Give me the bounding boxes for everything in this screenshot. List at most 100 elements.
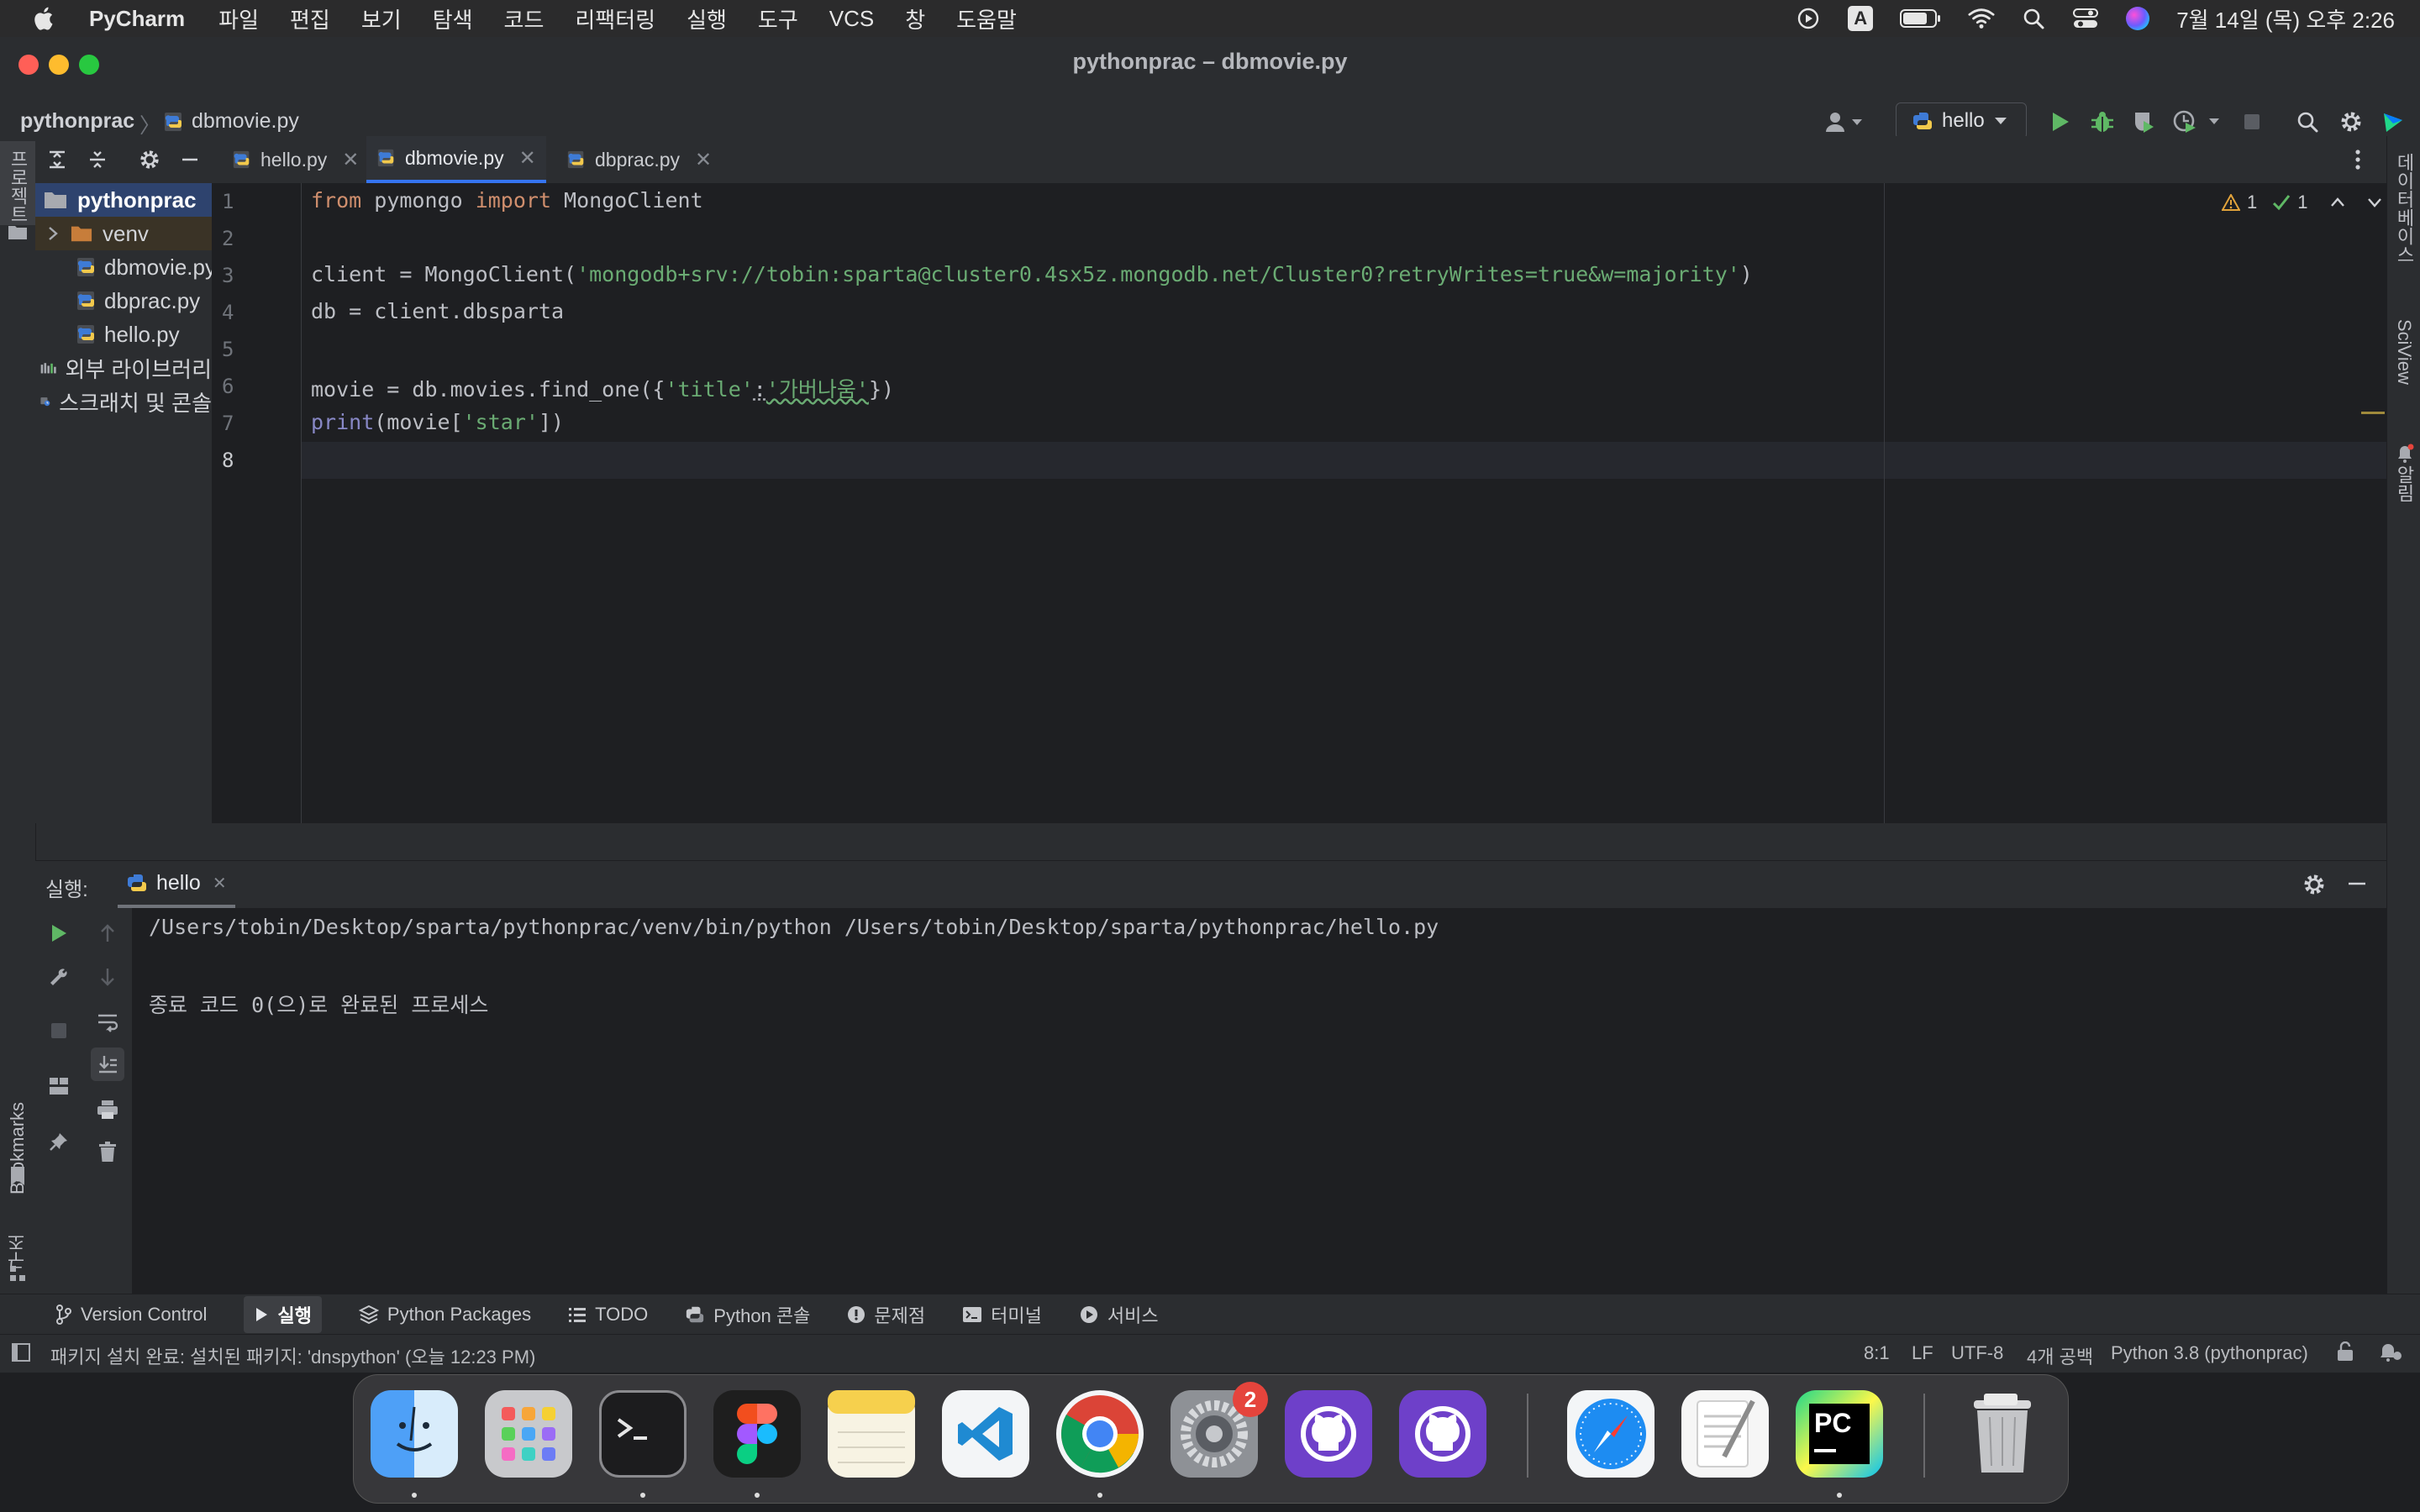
file-encoding[interactable]: UTF-8 xyxy=(1951,1342,2003,1364)
collapse-all-icon[interactable] xyxy=(81,149,114,171)
menu-refactor[interactable]: 리팩터링 xyxy=(575,3,655,34)
caret-position[interactable]: 8:1 xyxy=(1864,1342,1890,1364)
pycharm-icon[interactable]: PC xyxy=(1796,1390,1883,1478)
menu-tools[interactable]: 도구 xyxy=(758,3,798,34)
settings-gear-icon[interactable] xyxy=(2334,104,2368,139)
database-tool-button[interactable]: 데이터베이스 xyxy=(2387,153,2420,287)
toggle-tool-windows-icon[interactable] xyxy=(12,1343,30,1367)
input-source-icon[interactable]: A xyxy=(1847,5,1874,32)
stop-icon[interactable] xyxy=(42,1014,76,1047)
chrome-icon[interactable] xyxy=(1056,1390,1144,1478)
menu-run[interactable]: 실행 xyxy=(687,3,727,34)
system-settings-icon[interactable]: 2 xyxy=(1171,1382,1268,1478)
restore-layout-icon[interactable] xyxy=(42,1069,76,1103)
code-editor[interactable]: 1 2 3 4 5 6 7 8 from pymongo import Mong… xyxy=(212,183,2386,823)
wifi-icon[interactable] xyxy=(1968,5,1995,32)
menu-window[interactable]: 창 xyxy=(905,3,925,34)
launchpad-icon[interactable] xyxy=(485,1390,572,1478)
menu-navigate[interactable]: 탐색 xyxy=(433,3,473,34)
tree-item-hello[interactable]: hello.py xyxy=(76,318,180,351)
scroll-down-icon[interactable] xyxy=(91,960,124,994)
run-tab-hello[interactable]: hello ✕ xyxy=(118,861,235,908)
spotlight-search-icon[interactable] xyxy=(2020,5,2047,32)
menu-bar-clock[interactable]: 7월 14일 (목) 오후 2:26 xyxy=(2176,3,2395,34)
screen-recording-icon[interactable] xyxy=(1795,5,1822,32)
warning-stripe-marker[interactable] xyxy=(2361,412,2385,414)
tab-terminal[interactable]: 터미널 xyxy=(962,1301,1042,1328)
tab-hello-py[interactable]: hello.py ✕ xyxy=(232,136,359,183)
github-desktop-icon[interactable] xyxy=(1399,1390,1486,1478)
close-run-tab-icon[interactable]: ✕ xyxy=(213,873,227,894)
tree-item-project-root[interactable]: pythonprac xyxy=(35,183,212,217)
tree-item-dbmovie[interactable]: dbmovie.py xyxy=(76,250,216,284)
tab-run[interactable]: 실행 xyxy=(244,1296,322,1333)
textedit-icon[interactable] xyxy=(1681,1390,1769,1478)
tab-services[interactable]: 서비스 xyxy=(1079,1301,1159,1328)
run-console-output[interactable]: /Users/tobin/Desktop/sparta/pythonprac/v… xyxy=(132,908,2386,1294)
menu-view[interactable]: 보기 xyxy=(361,3,402,34)
safari-icon[interactable] xyxy=(1567,1390,1655,1478)
close-tab-icon[interactable]: ✕ xyxy=(695,148,712,172)
scroll-up-icon[interactable] xyxy=(91,916,124,950)
finder-icon[interactable] xyxy=(371,1390,458,1478)
menu-file[interactable]: 파일 xyxy=(218,3,259,34)
menu-code[interactable]: 코드 xyxy=(504,3,544,34)
rerun-icon[interactable] xyxy=(42,916,76,950)
vcs-user-icon[interactable] xyxy=(1820,104,1867,139)
chevron-down-icon[interactable] xyxy=(2367,197,2382,208)
line-separator[interactable]: LF xyxy=(1912,1342,1933,1364)
siri-icon[interactable] xyxy=(2124,5,2151,32)
notes-icon[interactable] xyxy=(828,1390,915,1478)
close-tab-icon[interactable]: ✕ xyxy=(342,148,359,172)
debug-button[interactable] xyxy=(2086,104,2119,139)
tab-python-packages[interactable]: Python Packages xyxy=(358,1304,531,1326)
tree-item-external-libraries[interactable]: 외부 라이브러리 xyxy=(40,351,212,385)
tree-item-dbprac[interactable]: dbprac.py xyxy=(76,284,200,318)
menu-edit[interactable]: 편집 xyxy=(290,3,330,34)
trash-icon[interactable] xyxy=(1959,1390,2046,1478)
notification-status-icon[interactable] xyxy=(2378,1341,2403,1368)
chevron-up-icon[interactable] xyxy=(2330,197,2345,208)
tab-dbmovie-py[interactable]: dbmovie.py ✕ xyxy=(366,136,546,183)
structure-tool-button[interactable]: 구조 xyxy=(0,1220,35,1270)
run-panel-settings-gear-icon[interactable] xyxy=(2302,873,2326,900)
clear-all-trash-icon[interactable] xyxy=(91,1135,124,1168)
soft-wrap-icon[interactable] xyxy=(91,1005,124,1039)
print-icon[interactable] xyxy=(91,1093,124,1126)
close-tab-icon[interactable]: ✕ xyxy=(519,146,536,171)
sciview-tool-button[interactable]: SciView xyxy=(2387,319,2420,437)
jetbrains-toolbox-icon[interactable] xyxy=(2376,104,2410,139)
tab-problems[interactable]: 문제점 xyxy=(847,1301,925,1328)
tree-item-scratches[interactable]: 스크래치 및 콘솔 xyxy=(40,385,212,418)
terminal-icon[interactable] xyxy=(599,1390,687,1478)
tab-python-console[interactable]: Python 콘솔 xyxy=(685,1301,810,1328)
tab-todo[interactable]: TODO xyxy=(568,1304,648,1326)
project-tool-button[interactable]: 프로젝트 xyxy=(0,141,35,225)
stop-button[interactable] xyxy=(2235,104,2269,139)
python-interpreter[interactable]: Python 3.8 (pythonprac) xyxy=(2111,1342,2308,1364)
tree-item-venv[interactable]: venv xyxy=(35,217,212,250)
apple-icon[interactable] xyxy=(30,4,59,33)
profile-button[interactable] xyxy=(2170,104,2228,139)
file-lock-icon[interactable] xyxy=(2336,1341,2354,1367)
menu-app-name[interactable]: PyCharm xyxy=(89,6,185,32)
notification-bell-icon[interactable] xyxy=(2396,444,2414,468)
run-with-coverage-button[interactable] xyxy=(2128,104,2161,139)
menu-vcs[interactable]: VCS xyxy=(829,6,874,32)
vscode-icon[interactable] xyxy=(942,1390,1029,1478)
tab-version-control[interactable]: Version Control xyxy=(55,1304,207,1326)
notifications-tool-button[interactable]: 알림 xyxy=(2387,465,2420,516)
battery-icon[interactable] xyxy=(1899,5,1943,32)
expand-all-icon[interactable] xyxy=(40,149,74,171)
breadcrumb-file[interactable]: dbmovie.py xyxy=(192,109,299,134)
project-settings-gear-icon[interactable] xyxy=(133,149,166,171)
run-configuration-selector[interactable]: hello xyxy=(1896,102,2027,139)
indent-setting[interactable]: 4개 공백 xyxy=(2027,1342,2093,1369)
status-message[interactable]: 패키지 설치 완료: 설치된 패키지: 'dnspython' (오늘 12:2… xyxy=(50,1342,535,1369)
breadcrumb-project[interactable]: pythonprac xyxy=(20,109,134,134)
inspection-widget[interactable]: 1 1 xyxy=(2222,192,2382,213)
edit-configuration-wrench-icon[interactable] xyxy=(42,960,76,994)
control-center-icon[interactable] xyxy=(2072,5,2099,32)
hide-run-panel-icon[interactable] xyxy=(2346,873,2368,899)
pin-tab-icon[interactable] xyxy=(42,1125,76,1158)
